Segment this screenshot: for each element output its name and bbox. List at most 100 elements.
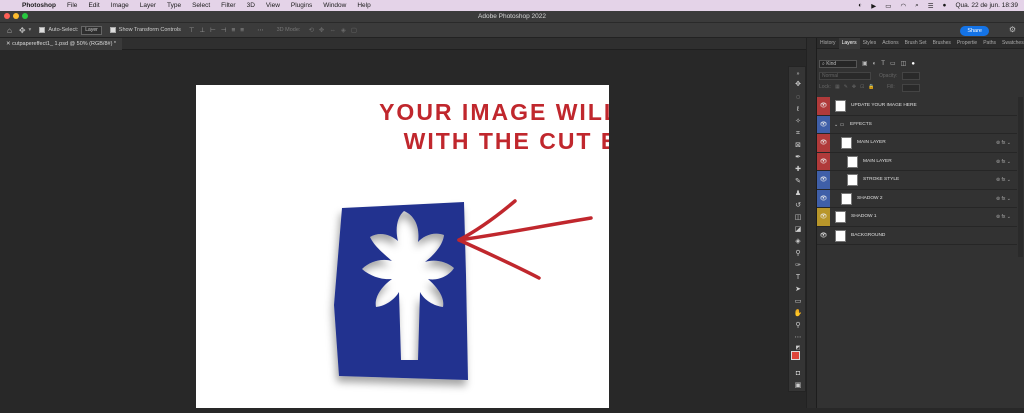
control-center-icon[interactable]: ☰	[928, 2, 934, 10]
tab-swatches[interactable]: Swatches	[999, 38, 1024, 49]
menu-app-photoshop[interactable]: Photoshop	[22, 2, 56, 9]
zoom-icon[interactable]	[22, 13, 28, 19]
tab-layers[interactable]: Layers	[838, 37, 860, 49]
filter-toggle-icon[interactable]: ●	[911, 61, 915, 67]
brush-tool-icon[interactable]: ✎	[792, 177, 804, 187]
siri-icon[interactable]: ●	[943, 2, 947, 9]
play-icon[interactable]: ▶	[871, 2, 876, 10]
layer-row[interactable]: 👁 MAIN LAYER ⊚ fx ⌄	[817, 134, 1017, 153]
menu-window[interactable]: Window	[323, 2, 346, 9]
layer-row[interactable]: 👁 MAIN LAYER ⊚ fx ⌄	[817, 152, 1017, 171]
minimize-icon[interactable]	[13, 13, 19, 19]
menu-select[interactable]: Select	[192, 2, 210, 9]
layer-row[interactable]: 👁 ⌄ ▭ EFFECTS	[817, 115, 1017, 134]
history-brush-icon[interactable]: ↺	[792, 201, 804, 211]
tab-brushes[interactable]: Brushes	[930, 38, 954, 49]
fill-field[interactable]	[902, 84, 920, 92]
menu-edit[interactable]: Edit	[88, 2, 99, 9]
move-tool-icon[interactable]: ✥	[19, 26, 26, 35]
pen-tool-icon[interactable]: ✑	[792, 261, 804, 271]
tab-styles[interactable]: Styles	[860, 38, 880, 49]
layer-row[interactable]: 👁 BACKGROUND	[817, 226, 1017, 245]
stamp-tool-icon[interactable]: ♟	[792, 189, 804, 199]
filter-shape-icon[interactable]: ▭	[890, 60, 896, 67]
distribute-buttons-icon[interactable]: ⋯	[257, 26, 269, 34]
tab-properties[interactable]: Propertie	[954, 38, 980, 49]
auto-select-dropdown[interactable]: Layer	[81, 25, 102, 35]
marquee-tool-icon[interactable]: ◌	[792, 93, 804, 103]
menu-plugins[interactable]: Plugins	[291, 2, 312, 9]
battery-icon[interactable]: ▭	[885, 2, 891, 10]
align-buttons-icon[interactable]: ⊤⊥⊢⊣≡≡	[189, 26, 249, 34]
chevron-down-icon[interactable]: ▾	[29, 27, 32, 33]
menu-type[interactable]: Type	[167, 2, 181, 9]
document-canvas[interactable]: YOUR IMAGE WILL APPEAR WITH THE CUT EFFE…	[196, 85, 733, 408]
foreground-color-swatch[interactable]	[791, 351, 800, 360]
layer-fx-icon[interactable]: ⊚ fx ⌄	[996, 190, 1011, 208]
path-select-icon[interactable]: ➤	[792, 285, 804, 295]
layer-fx-icon[interactable]: ⊚ fx ⌄	[996, 171, 1011, 189]
eyedropper-icon[interactable]: ✒	[792, 153, 804, 163]
dodge-tool-icon[interactable]: ⚲	[792, 249, 804, 259]
screen-mode-icon[interactable]: ▣	[792, 381, 804, 391]
home-icon[interactable]: ⌂	[7, 26, 12, 35]
layers-scrollbar[interactable]	[1018, 97, 1023, 257]
filter-type-icon[interactable]: T	[881, 61, 885, 67]
menu-view[interactable]: View	[266, 2, 280, 9]
visibility-eye-icon[interactable]: 👁	[817, 189, 830, 207]
blend-mode-dropdown[interactable]: Normal	[819, 72, 871, 80]
auto-select-checkbox[interactable]	[39, 27, 46, 33]
hand-tool-icon[interactable]: ✋	[792, 309, 804, 319]
datetime[interactable]: Qua. 22 de jun. 18:39	[955, 2, 1018, 9]
show-transform-checkbox[interactable]	[109, 27, 116, 33]
eraser-tool-icon[interactable]: ◫	[792, 213, 804, 223]
crop-tool-icon[interactable]: ⌗	[792, 129, 804, 139]
layer-row[interactable]: 👁 STROKE STYLE ⊚ fx ⌄	[817, 171, 1017, 190]
move-tool-icon[interactable]: ✥	[792, 80, 804, 90]
menu-layer[interactable]: Layer	[140, 2, 156, 9]
menu-filter[interactable]: Filter	[221, 2, 235, 9]
search-icon[interactable]: ⌕	[915, 2, 919, 10]
layer-fx-icon[interactable]: ⊚ fx ⌄	[996, 134, 1011, 152]
creative-cloud-icon[interactable]: ◐	[858, 2, 862, 9]
visibility-eye-icon[interactable]: 👁	[817, 97, 830, 115]
layer-row[interactable]: 👁 SHADOW 2 ⊚ fx ⌄	[817, 189, 1017, 208]
rectangle-tool-icon[interactable]: ▭	[792, 297, 804, 307]
frame-tool-icon[interactable]: ⊠	[792, 141, 804, 151]
visibility-eye-icon[interactable]: 👁	[817, 208, 830, 226]
gradient-tool-icon[interactable]: ◪	[792, 225, 804, 235]
menu-image[interactable]: Image	[111, 2, 129, 9]
folder-icon[interactable]: ⌄ ▭	[834, 116, 844, 134]
menu-help[interactable]: Help	[357, 2, 370, 9]
document-tab[interactable]: ✕ cutpapereffect1_ 1.psd @ 50% (RGB/8#) …	[0, 38, 123, 50]
more-tools-icon[interactable]: ⋯	[792, 333, 804, 343]
visibility-eye-icon[interactable]: 👁	[817, 226, 830, 244]
tab-brush-set[interactable]: Brush Set	[902, 38, 930, 49]
layer-row[interactable]: 👁 SHADOW 1 ⊚ fx ⌄	[817, 208, 1017, 227]
layer-fx-icon[interactable]: ⊚ fx ⌄	[996, 153, 1011, 171]
tab-paths[interactable]: Paths	[980, 38, 999, 49]
type-tool-icon[interactable]: T	[792, 273, 804, 283]
zoom-tool-icon[interactable]: ⚲	[792, 321, 804, 331]
share-button[interactable]: Share	[960, 26, 989, 36]
visibility-eye-icon[interactable]: 👁	[817, 171, 830, 189]
menu-3d[interactable]: 3D	[247, 2, 255, 9]
layer-fx-icon[interactable]: ⊚ fx ⌄	[996, 208, 1011, 226]
magic-wand-icon[interactable]: ✧	[792, 117, 804, 127]
healing-brush-icon[interactable]: ✚	[792, 165, 804, 175]
3d-tools-icon[interactable]: ⟲✥⇔◈▢	[308, 26, 362, 34]
visibility-eye-icon[interactable]: 👁	[817, 115, 830, 133]
filter-kind-dropdown[interactable]: ⌕ Kind	[819, 59, 857, 68]
lasso-tool-icon[interactable]: ℓ	[792, 105, 804, 115]
collapsed-panel-strip[interactable]	[806, 38, 816, 408]
close-icon[interactable]	[4, 13, 10, 19]
wifi-icon[interactable]: ◠	[900, 2, 906, 10]
filter-pixel-icon[interactable]: ▣	[862, 60, 868, 67]
layer-row[interactable]: 👁 UPDATE YOUR IMAGE HERE	[817, 97, 1017, 116]
blur-tool-icon[interactable]: ◈	[792, 237, 804, 247]
tab-history[interactable]: History	[817, 38, 839, 49]
visibility-eye-icon[interactable]: 👁	[817, 152, 830, 170]
gear-icon[interactable]: ⚙	[1009, 25, 1016, 34]
panel-collapse-icon[interactable]: »	[792, 69, 804, 79]
filter-smart-object-icon[interactable]: ◫	[901, 60, 907, 67]
